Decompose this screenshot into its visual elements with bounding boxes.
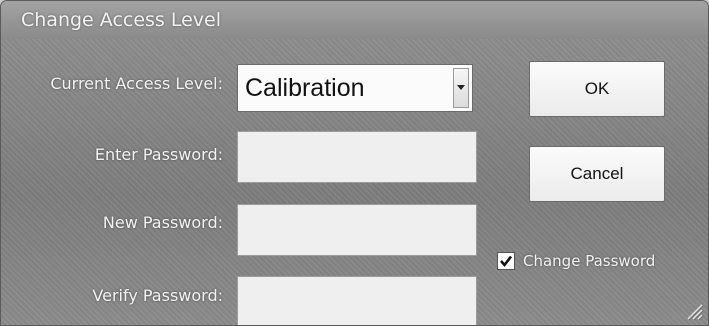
checkmark-icon (500, 255, 513, 268)
cancel-button[interactable]: Cancel (529, 146, 665, 202)
new-password-field[interactable] (237, 204, 477, 256)
chevron-down-icon (457, 85, 465, 90)
verify-password-field[interactable] (237, 276, 477, 325)
dropdown-button[interactable] (453, 68, 469, 108)
change-password-label: Change Password (523, 252, 656, 270)
change-access-level-dialog: Change Access Level Current Access Level… (0, 0, 709, 326)
resize-grip-icon[interactable] (684, 301, 704, 321)
change-password-checkbox[interactable] (497, 252, 515, 270)
enter-password-label: Enter Password: (94, 145, 223, 164)
current-access-level-label: Current Access Level: (50, 74, 223, 93)
verify-password-label: Verify Password: (92, 286, 223, 305)
dialog-title: Change Access Level (21, 9, 222, 31)
new-password-label: New Password: (102, 213, 223, 232)
enter-password-field[interactable] (237, 131, 477, 183)
ok-button[interactable]: OK (529, 61, 665, 117)
access-level-select[interactable]: Calibration (237, 64, 473, 112)
title-bar: Change Access Level (1, 1, 708, 39)
access-level-value: Calibration (245, 74, 365, 102)
